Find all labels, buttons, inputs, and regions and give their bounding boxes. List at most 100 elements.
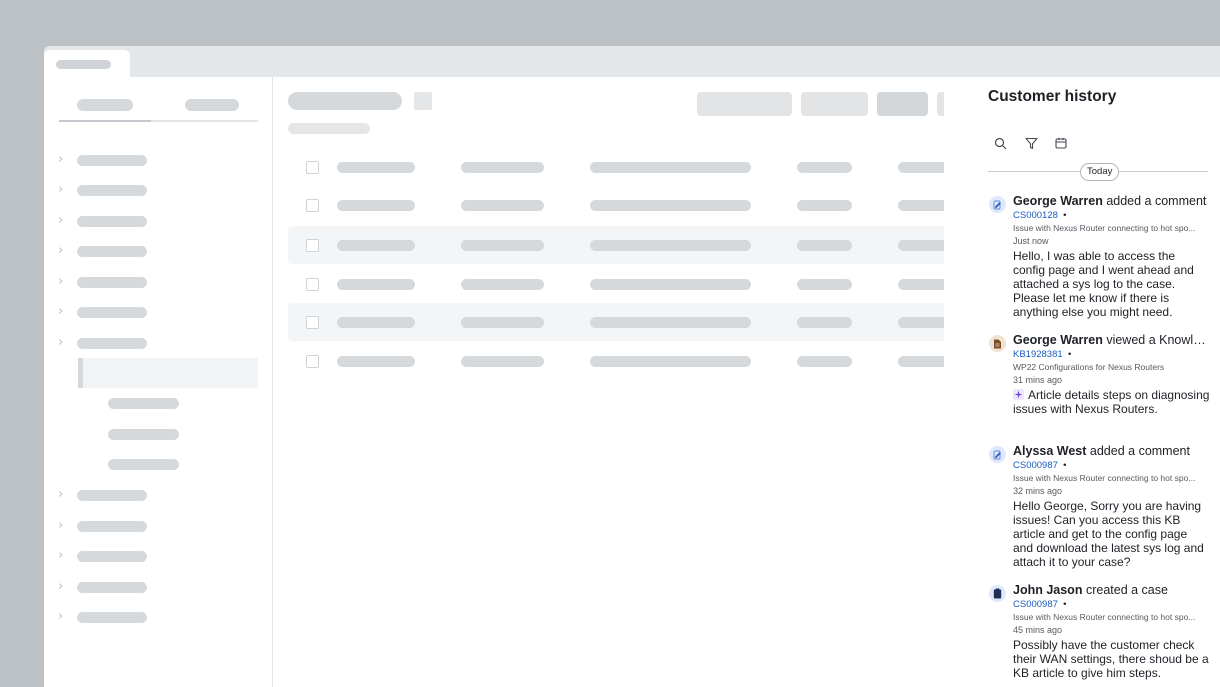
- entry-body: Hello George, Sorry you are having issue…: [1013, 499, 1204, 569]
- cell-placeholder: [461, 279, 544, 290]
- sidebar-item[interactable]: [77, 551, 147, 562]
- tab-active[interactable]: [44, 50, 130, 77]
- chevron-right-icon[interactable]: ›: [58, 488, 63, 501]
- chevron-right-icon[interactable]: ›: [58, 610, 63, 623]
- sidebar-item[interactable]: [77, 246, 147, 257]
- sidebar-subitem[interactable]: [108, 398, 179, 409]
- cell-placeholder: [797, 240, 852, 251]
- row-checkbox[interactable]: [306, 278, 319, 291]
- sidebar-item[interactable]: [77, 338, 147, 349]
- chevron-right-icon[interactable]: ›: [58, 275, 63, 288]
- row-checkbox[interactable]: [306, 239, 319, 252]
- chevron-right-icon[interactable]: ›: [58, 580, 63, 593]
- history-entry[interactable]: George Warren added a comment CS000128 •…: [988, 193, 1210, 323]
- entry-ref-link[interactable]: CS000987: [1013, 460, 1058, 471]
- search-icon[interactable]: [990, 133, 1010, 153]
- chevron-right-icon[interactable]: ›: [58, 305, 63, 318]
- cell-placeholder: [590, 240, 751, 251]
- entry-action: created a case: [1085, 583, 1168, 597]
- entry-ref-row: KB1928381 •: [1013, 349, 1072, 360]
- sidebar-selected-indicator: [78, 358, 83, 388]
- main-content: [273, 77, 963, 687]
- entry-subject: Issue with Nexus Router connecting to ho…: [1013, 223, 1196, 233]
- entry-actor: Alyssa West: [1013, 444, 1087, 458]
- row-checkbox[interactable]: [306, 161, 319, 174]
- chevron-right-icon[interactable]: ›: [58, 183, 63, 196]
- sidebar-item[interactable]: [77, 155, 147, 166]
- cell-placeholder: [797, 279, 852, 290]
- sparkle-icon: [1013, 389, 1024, 400]
- sidebar-item-selected[interactable]: [78, 358, 258, 388]
- sidebar-item[interactable]: [77, 612, 147, 623]
- tab-bar: [44, 46, 1220, 77]
- entry-ref-row: CS000128 •: [1013, 210, 1067, 221]
- history-entry[interactable]: John Jason created a case CS000987 • Iss…: [988, 582, 1210, 687]
- row-checkbox[interactable]: [306, 199, 319, 212]
- cell-placeholder: [337, 317, 415, 328]
- row-checkbox[interactable]: [306, 316, 319, 329]
- table-row[interactable]: [288, 344, 963, 377]
- entry-action: viewed a Knowled...: [1106, 333, 1212, 347]
- cell-placeholder: [461, 162, 544, 173]
- chevron-right-icon[interactable]: ›: [58, 244, 63, 257]
- chevron-right-icon[interactable]: ›: [58, 214, 63, 227]
- cell-placeholder: [590, 200, 751, 211]
- entry-action: added a comment: [1106, 194, 1207, 208]
- row-checkbox[interactable]: [306, 355, 319, 368]
- cell-placeholder: [461, 317, 544, 328]
- edit-icon: [989, 446, 1006, 463]
- cell-placeholder: [337, 279, 415, 290]
- entry-header: Alyssa West added a comment: [1013, 443, 1212, 459]
- entry-ref-link[interactable]: CS000987: [1013, 599, 1058, 610]
- sidebar-tab-placeholder[interactable]: [77, 99, 133, 111]
- title-action-placeholder[interactable]: [414, 92, 432, 110]
- table-row[interactable]: [288, 303, 963, 341]
- cell-placeholder: [797, 200, 852, 211]
- cell-placeholder: [337, 162, 415, 173]
- calendar-icon[interactable]: [1051, 133, 1071, 153]
- sidebar-item[interactable]: [77, 185, 147, 196]
- sidebar-item[interactable]: [77, 521, 147, 532]
- sidebar-item[interactable]: [77, 216, 147, 227]
- entry-body: Article details steps on diagnosing issu…: [1013, 388, 1210, 416]
- toolbar-button-placeholder[interactable]: [801, 92, 868, 116]
- table-row[interactable]: [288, 188, 963, 221]
- entry-ref-row: CS000987 •: [1013, 599, 1067, 610]
- chevron-right-icon[interactable]: ›: [58, 519, 63, 532]
- toolbar-button-placeholder[interactable]: [877, 92, 928, 116]
- table-row[interactable]: [288, 226, 963, 264]
- chevron-right-icon[interactable]: ›: [58, 153, 63, 166]
- entry-header: John Jason created a case: [1013, 582, 1212, 598]
- cell-placeholder: [337, 200, 415, 211]
- table-row[interactable]: [288, 150, 963, 183]
- entry-time: 45 mins ago: [1013, 625, 1063, 635]
- table-row[interactable]: [288, 267, 963, 300]
- cell-placeholder: [590, 317, 751, 328]
- cell-placeholder: [461, 356, 544, 367]
- history-entry[interactable]: Alyssa West added a comment CS000987 • I…: [988, 443, 1210, 573]
- sidebar-subitem[interactable]: [108, 429, 179, 440]
- toolbar-button-placeholder[interactable]: [697, 92, 792, 116]
- sidebar-tab-placeholder[interactable]: [185, 99, 239, 111]
- entry-ref-link[interactable]: CS000128: [1013, 210, 1058, 221]
- subtitle-placeholder: [288, 123, 370, 134]
- cell-placeholder: [797, 356, 852, 367]
- cell-placeholder: [337, 356, 415, 367]
- panel-title: Customer history: [988, 88, 1117, 105]
- entry-subject: Issue with Nexus Router connecting to ho…: [1013, 612, 1196, 622]
- history-entry[interactable]: George Warren viewed a Knowled... KB1928…: [988, 332, 1212, 432]
- filter-icon[interactable]: [1021, 133, 1041, 153]
- entry-ref-link[interactable]: KB1928381: [1013, 349, 1063, 360]
- sidebar-item[interactable]: [77, 307, 147, 318]
- cell-placeholder: [461, 240, 544, 251]
- sidebar-subitem[interactable]: [108, 459, 179, 470]
- entry-action: added a comment: [1089, 444, 1190, 458]
- sidebar-item[interactable]: [77, 277, 147, 288]
- sidebar-item[interactable]: [77, 582, 147, 593]
- edit-icon: [989, 196, 1006, 213]
- chevron-right-icon[interactable]: ›: [58, 549, 63, 562]
- customer-history-panel: Customer history Today George Warren add…: [944, 78, 1220, 687]
- sidebar-item[interactable]: [77, 490, 147, 501]
- chevron-right-icon[interactable]: ›: [58, 336, 63, 349]
- clipboard-icon: [989, 585, 1006, 602]
